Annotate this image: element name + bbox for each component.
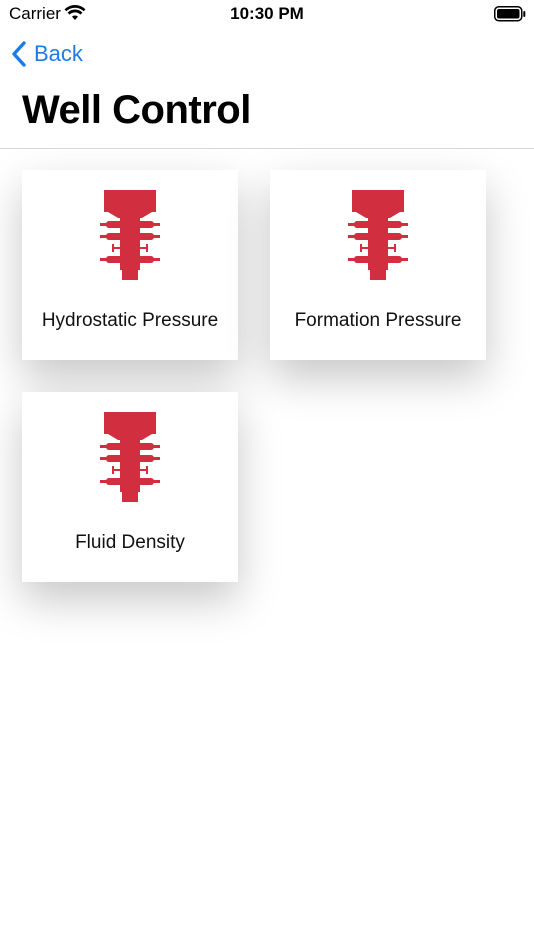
card-label: Hydrostatic Pressure (41, 310, 219, 331)
card-label: Formation Pressure (294, 310, 462, 331)
card-label: Fluid Density (75, 532, 185, 553)
blowout-preventer-icon (100, 190, 160, 280)
card-fluid-density[interactable]: Fluid Density (22, 392, 238, 582)
card-formation-pressure[interactable]: Formation Pressure (270, 170, 486, 360)
calculator-grid: Hydrostatic Pressure Formation Pressure (0, 149, 534, 950)
blowout-preventer-icon (348, 190, 408, 280)
back-button-label: Back (34, 41, 83, 66)
battery-full-icon (494, 6, 526, 27)
navigation-bar: Back Well Control (0, 30, 534, 149)
status-time: 10:30 PM (230, 4, 304, 23)
chevron-left-icon (12, 41, 26, 67)
blowout-preventer-icon (100, 412, 160, 502)
status-bar: Carrier 10:30 PM (0, 0, 534, 30)
back-button[interactable]: Back (10, 39, 83, 69)
page-title: Well Control (22, 88, 251, 132)
card-hydrostatic-pressure[interactable]: Hydrostatic Pressure (22, 170, 238, 360)
